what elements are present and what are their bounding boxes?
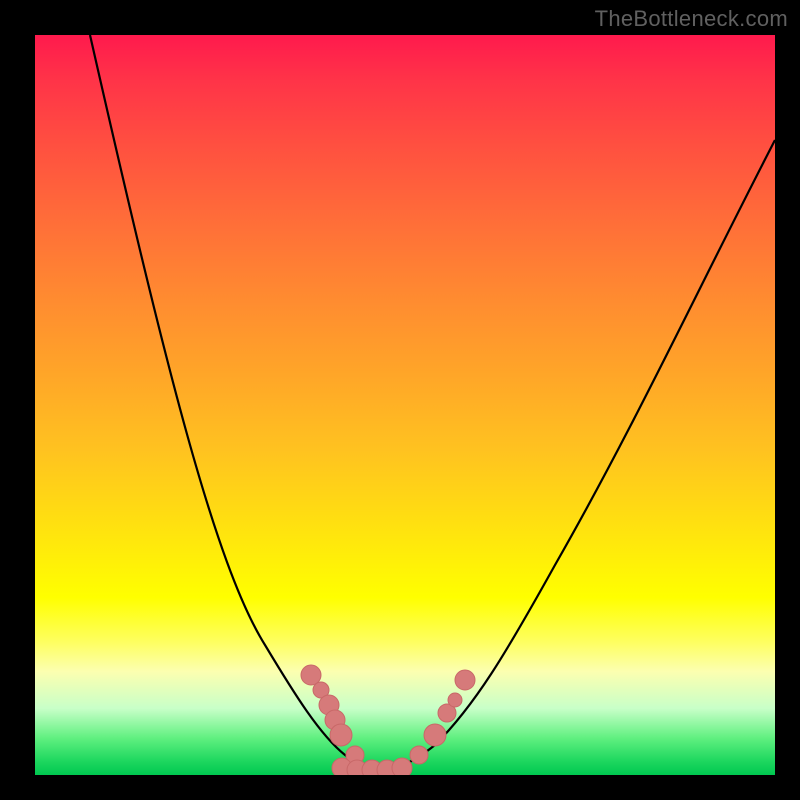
curve-layer xyxy=(35,35,775,775)
marker-point xyxy=(330,724,352,746)
marker-point xyxy=(455,670,475,690)
plot-area xyxy=(35,35,775,775)
marker-point xyxy=(410,746,428,764)
chart-frame: TheBottleneck.com xyxy=(0,0,800,800)
marker-group xyxy=(301,665,475,775)
curve-left-branch xyxy=(90,35,375,770)
marker-point xyxy=(424,724,446,746)
curve-right-branch xyxy=(375,140,775,770)
watermark-text: TheBottleneck.com xyxy=(595,6,788,32)
marker-point xyxy=(392,758,412,775)
marker-point xyxy=(301,665,321,685)
marker-point xyxy=(448,693,462,707)
